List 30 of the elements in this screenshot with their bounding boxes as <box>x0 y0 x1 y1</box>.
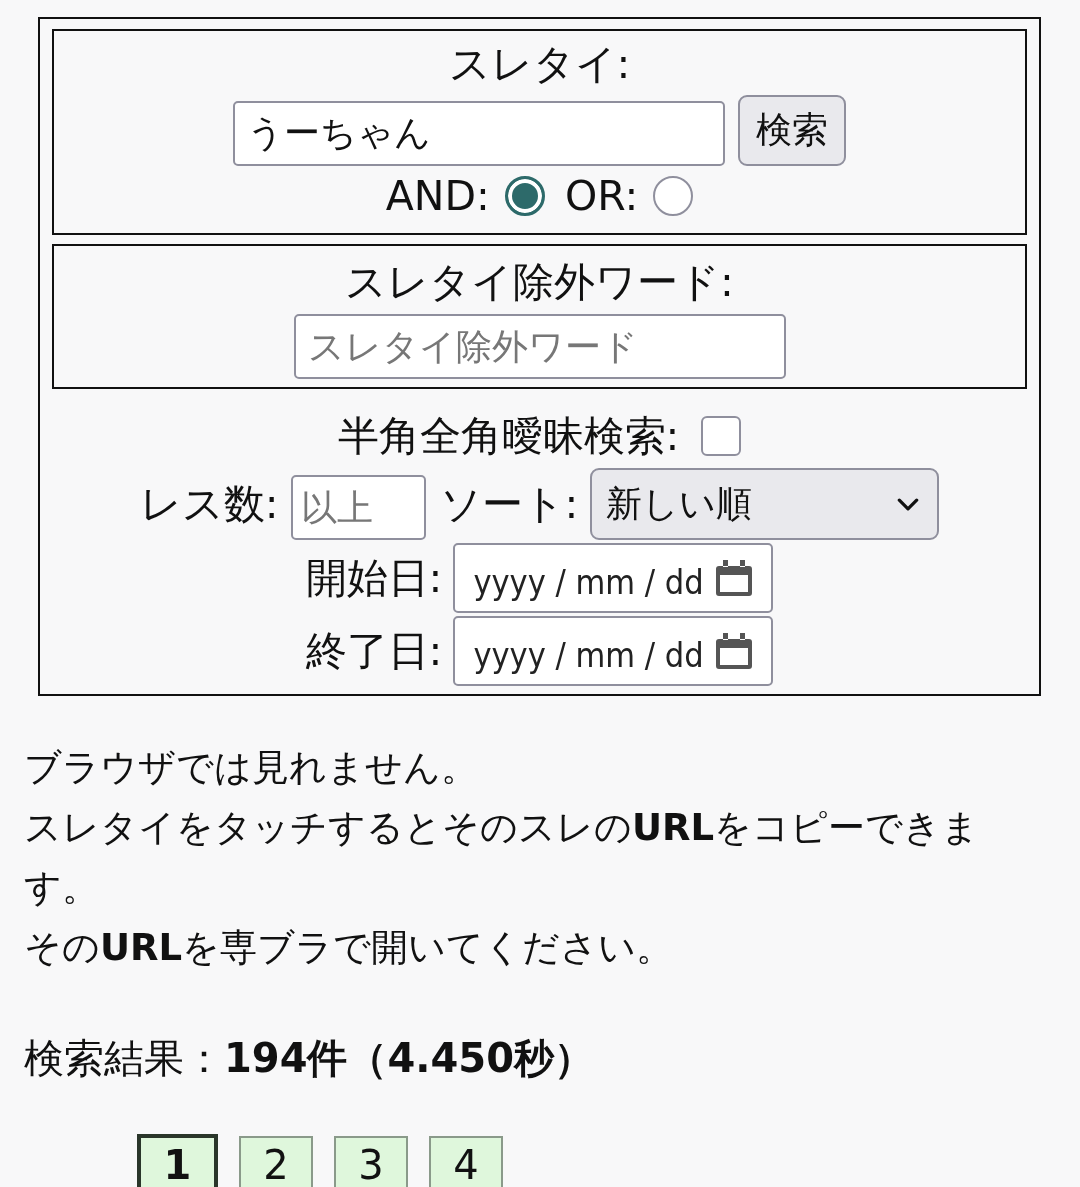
result-heading: 検索結果：194件（4.450秒） <box>24 1034 596 1083</box>
page-button[interactable]: 3 <box>334 1136 408 1187</box>
radio-label: AND: <box>385 171 490 222</box>
notice-text: ブラウザでは見れません。 <box>24 745 479 791</box>
calendar-icon <box>715 632 754 670</box>
exclude-word-input[interactable]: スレタイ除外ワード <box>293 314 786 379</box>
search-button[interactable]: 検索 <box>738 95 846 166</box>
exclude-word-label: スレタイ除外ワード: <box>345 257 734 308</box>
chevron-down-icon <box>897 497 920 511</box>
radio-button[interactable] <box>653 176 694 216</box>
page-button[interactable]: 1 <box>137 1134 218 1187</box>
notice-text: そのURLを専ブラで開いてください。 <box>24 925 675 971</box>
calendar-icon <box>715 559 754 597</box>
date-label: 終了日: <box>305 626 443 677</box>
fuzzy-search-checkbox[interactable] <box>701 416 742 456</box>
reply-count-input[interactable]: 以上 <box>290 475 426 540</box>
date-input[interactable]: yyyy / mm / dd <box>453 543 774 613</box>
sort-select[interactable]: 新しい順 <box>590 468 940 540</box>
fuzzy-search-label: 半角全角曖昧検索: <box>337 411 680 462</box>
radio-label: OR: <box>564 171 639 222</box>
notice-text: スレタイをタッチするとそのスレのURLをコピーできます。 <box>24 805 981 911</box>
title-input[interactable]: うーちゃん <box>233 101 725 166</box>
reply-count-label: レス数: <box>139 479 279 530</box>
page-button[interactable]: 2 <box>239 1136 313 1187</box>
radio-button[interactable] <box>504 176 545 216</box>
sort-label: ソート: <box>439 479 579 530</box>
date-input[interactable]: yyyy / mm / dd <box>453 616 774 686</box>
date-label: 開始日: <box>305 553 443 604</box>
title-label: スレタイ: <box>448 39 631 90</box>
page-button[interactable]: 4 <box>429 1136 503 1187</box>
